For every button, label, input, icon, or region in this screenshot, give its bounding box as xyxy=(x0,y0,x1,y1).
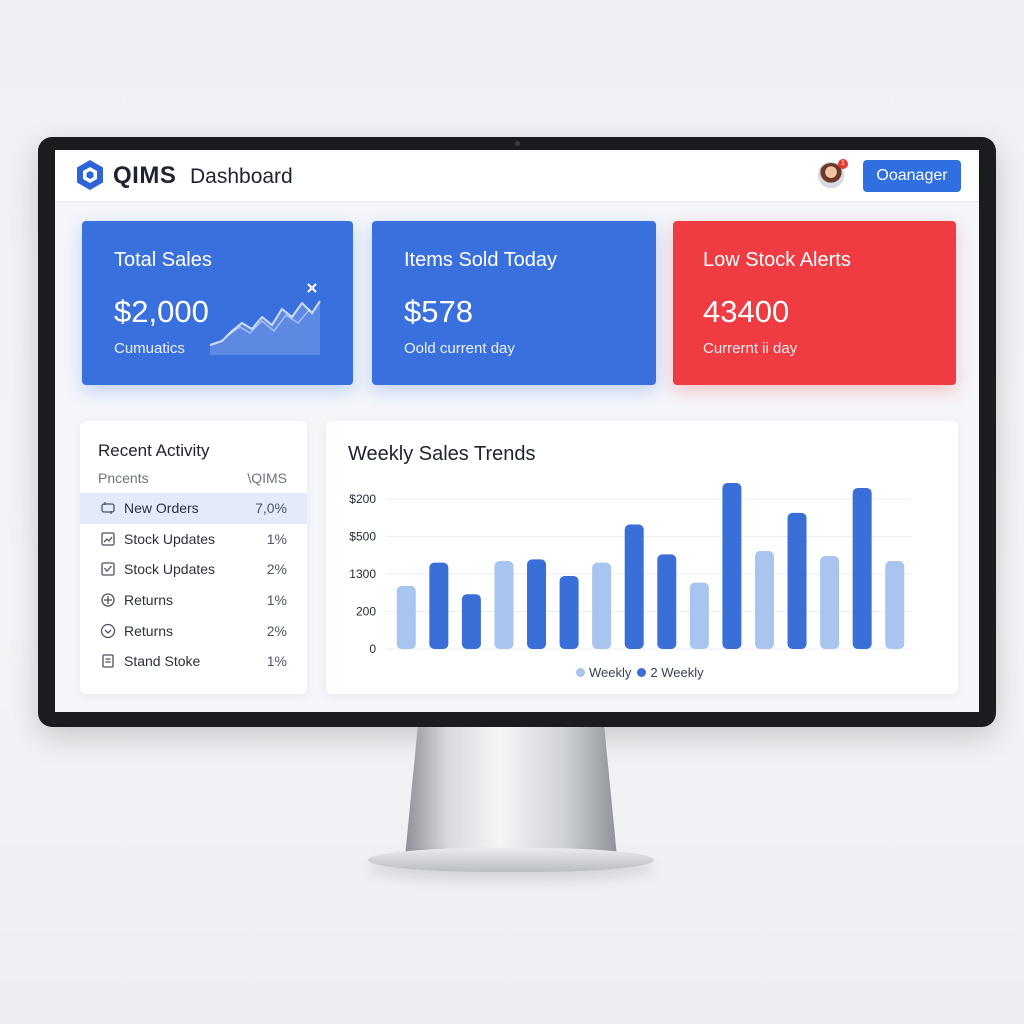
chevron-circle-icon xyxy=(100,623,116,639)
row-label: Returns xyxy=(124,592,174,609)
list-item[interactable]: Returns 1% xyxy=(80,585,307,616)
bar xyxy=(852,487,872,649)
row-label: Stock Updates xyxy=(124,561,216,578)
bar xyxy=(527,559,547,649)
bar xyxy=(820,556,840,649)
bar xyxy=(722,483,742,649)
card-value: 43400 xyxy=(703,294,790,329)
y-tick-label: 200 xyxy=(356,605,376,619)
card-subtitle: Oold current day xyxy=(404,340,515,357)
list-item[interactable]: New Orders 7,0% xyxy=(80,493,307,524)
panel-title: Recent Activity xyxy=(98,441,210,460)
card-value: $578 xyxy=(404,294,473,329)
row-value: 2% xyxy=(266,622,287,639)
card-title: Total Sales xyxy=(114,249,212,271)
bar xyxy=(559,575,579,649)
bar xyxy=(624,524,644,649)
bar xyxy=(689,582,709,649)
list-item[interactable]: Stock Updates 2% xyxy=(80,554,307,585)
low-stock-card[interactable]: Low Stock Alerts 43400 Currernt ii day xyxy=(673,221,956,385)
legend-label: 2 Weekly xyxy=(650,665,704,680)
y-tick-label: 1300 xyxy=(349,567,376,581)
app-name: QIMS xyxy=(113,162,177,189)
row-value: 2% xyxy=(266,561,287,578)
check-box-icon xyxy=(100,561,116,577)
screen: QIMS Dashboard 1 Ooanager Total Sales $2… xyxy=(55,150,979,712)
list-item[interactable]: Stand Stoke 1% xyxy=(80,646,307,677)
list-item[interactable]: Returns 2% xyxy=(80,615,307,646)
card-subtitle: Currernt ii day xyxy=(703,340,798,357)
app-subtitle: Dashboard xyxy=(190,165,293,188)
list-item[interactable]: Stock Updates 1% xyxy=(80,524,307,555)
bar xyxy=(885,561,905,649)
items-sold-card[interactable]: Items Sold Today $578 Oold current day xyxy=(372,221,656,385)
bar xyxy=(754,551,774,649)
document-icon xyxy=(100,653,116,669)
monitor: QIMS Dashboard 1 Ooanager Total Sales $2… xyxy=(38,137,996,727)
webcam xyxy=(515,141,520,146)
legend-swatch xyxy=(637,668,647,677)
monitor-base xyxy=(368,848,654,872)
return-icon xyxy=(100,592,116,608)
bar xyxy=(429,562,449,649)
bar xyxy=(592,562,612,649)
qims-logo-icon xyxy=(77,160,103,190)
notification-badge: 1 xyxy=(838,159,848,169)
legend-label: Weekly xyxy=(589,665,632,680)
y-tick-label: 0 xyxy=(369,642,376,656)
column-header: Pncents xyxy=(98,470,149,486)
recent-activity-panel: Recent Activity Pncents \QIMS New Orders… xyxy=(80,421,307,694)
sparkline-chart xyxy=(209,283,321,355)
monitor-stand xyxy=(405,727,617,857)
row-label: New Orders xyxy=(124,500,199,517)
row-value: 1% xyxy=(266,592,287,609)
y-tick-label: $200 xyxy=(349,492,376,506)
total-sales-card[interactable]: Total Sales $2,000 Cumuatics xyxy=(82,221,353,385)
row-label: Returns xyxy=(124,622,174,639)
y-tick-label: $500 xyxy=(349,530,376,544)
row-value: 1% xyxy=(266,530,287,547)
bar xyxy=(494,561,514,649)
legend-item: Weekly xyxy=(576,665,631,680)
bar xyxy=(657,554,677,649)
chart-legend: Weekly 2 Weekly xyxy=(576,665,710,680)
bar xyxy=(461,594,481,649)
orders-icon xyxy=(100,500,116,516)
app-header: QIMS Dashboard 1 Ooanager xyxy=(55,150,979,202)
legend-swatch xyxy=(576,668,585,677)
row-value: 1% xyxy=(266,653,287,670)
row-label: Stock Updates xyxy=(124,530,216,547)
activity-list: New Orders 7,0% Stock Updates 1% Stock U… xyxy=(80,493,307,677)
card-title: Items Sold Today xyxy=(404,249,558,271)
role-button[interactable]: Ooanager xyxy=(863,160,961,192)
close-icon xyxy=(307,283,317,293)
bar-chart: $200 $500 1300 200 0 xyxy=(349,483,911,656)
row-label: Stand Stoke xyxy=(124,653,201,670)
row-value: 7,0% xyxy=(255,500,287,517)
trend-icon xyxy=(100,531,116,547)
bar xyxy=(787,512,807,649)
bar xyxy=(396,585,416,649)
column-header: \QIMS xyxy=(247,470,287,486)
card-title: Low Stock Alerts xyxy=(703,249,851,271)
weekly-sales-chart-panel: Weekly Sales Trends $200 $500 1300 200 0 Wee… xyxy=(326,421,958,694)
legend-item: 2 Weekly xyxy=(637,665,704,680)
